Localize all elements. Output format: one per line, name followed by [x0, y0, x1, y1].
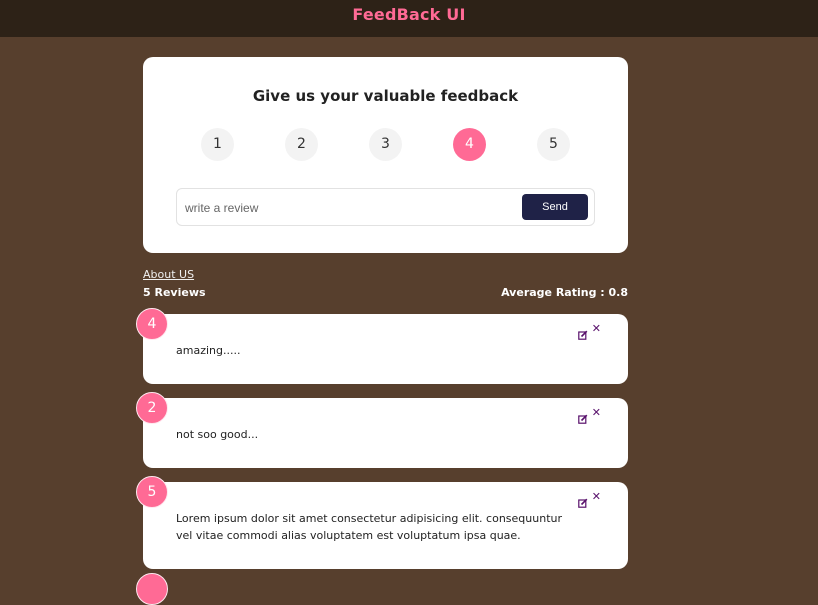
- feedback-text: amazing.....: [176, 344, 241, 357]
- rating-badge: 4: [136, 308, 168, 340]
- edit-icon[interactable]: [578, 493, 588, 508]
- edit-icon[interactable]: [578, 409, 588, 424]
- feedback-card: 2 ✕ not soo good...: [136, 392, 628, 468]
- rating-option-5[interactable]: 5: [537, 128, 570, 161]
- close-icon[interactable]: ✕: [592, 323, 601, 335]
- edit-icon[interactable]: [578, 325, 588, 340]
- send-button[interactable]: Send: [522, 194, 588, 220]
- rating-option-2[interactable]: 2: [285, 128, 318, 161]
- close-icon[interactable]: ✕: [592, 407, 601, 419]
- form-heading: Give us your valuable feedback: [252, 87, 519, 105]
- rating-badge: 5: [136, 476, 168, 508]
- review-input-group: Send: [176, 188, 595, 226]
- feedback-card: 4 ✕ amazing.....: [136, 308, 628, 384]
- feedback-text: Lorem ipsum dolor sit amet consectetur a…: [176, 512, 563, 542]
- feedback-text: not soo good...: [176, 428, 259, 441]
- rating-option-4[interactable]: 4: [453, 128, 486, 161]
- close-icon[interactable]: ✕: [592, 491, 601, 503]
- feedback-form-card: Give us your valuable feedback 1 2 3 4 5…: [143, 57, 628, 253]
- average-rating: Average Rating : 0.8: [501, 286, 628, 299]
- rating-selector: 1 2 3 4 5: [201, 128, 571, 161]
- about-us-link[interactable]: About US: [143, 268, 194, 281]
- top-bar: FeedBack UI: [0, 0, 818, 37]
- rating-option-3[interactable]: 3: [369, 128, 402, 161]
- review-count: 5 Reviews: [143, 286, 206, 299]
- feedback-card: 5 ✕ Lorem ipsum dolor sit amet consectet…: [136, 476, 628, 569]
- review-input[interactable]: [183, 196, 507, 220]
- review-stats: 5 Reviews Average Rating : 0.8: [143, 286, 628, 300]
- rating-option-1[interactable]: 1: [201, 128, 234, 161]
- rating-badge: 2: [136, 392, 168, 424]
- app-title: FeedBack UI: [352, 5, 466, 24]
